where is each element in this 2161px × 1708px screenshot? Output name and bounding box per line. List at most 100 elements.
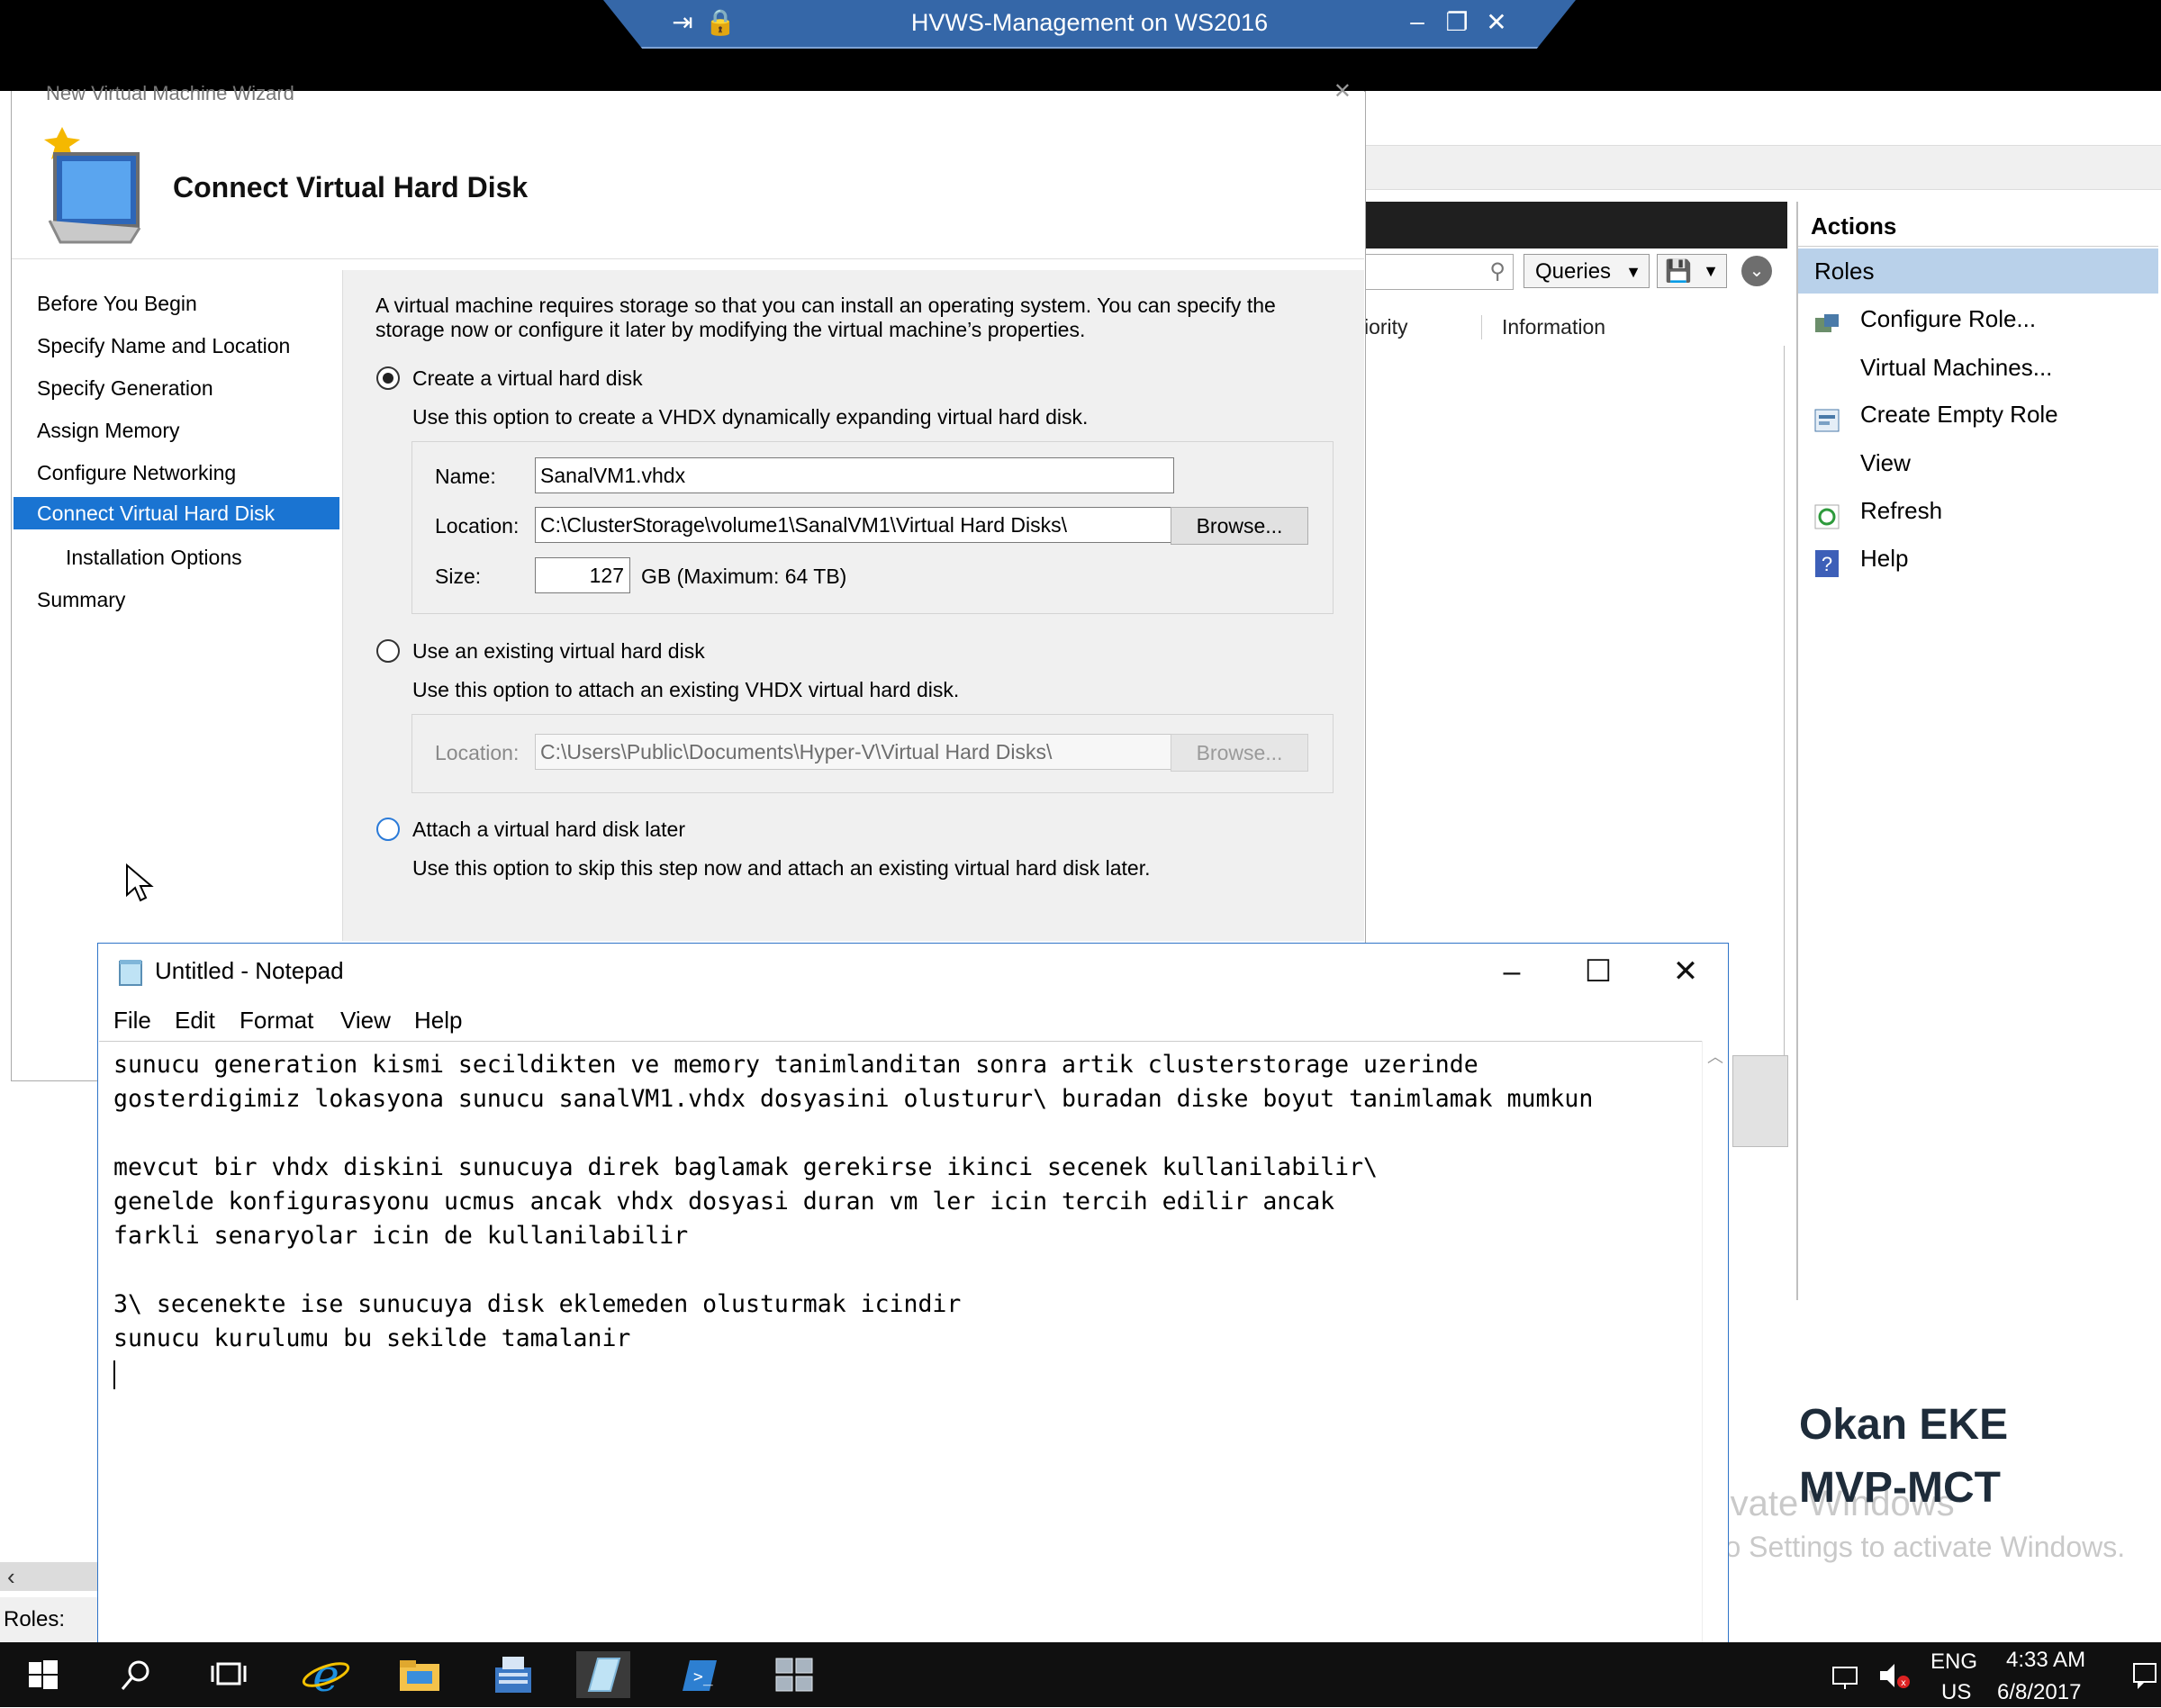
dropdown-arrow-icon: ▼ bbox=[1703, 262, 1719, 280]
notepad-minimize-icon[interactable]: – bbox=[1487, 947, 1536, 996]
queries-label: Queries bbox=[1535, 259, 1612, 284]
fcm-pane-header bbox=[1364, 202, 1787, 249]
text-caret bbox=[113, 1360, 115, 1389]
volume-muted-icon[interactable]: x bbox=[1875, 1651, 1914, 1698]
search-icon[interactable] bbox=[110, 1651, 164, 1698]
virtual-machine-monitor-icon bbox=[30, 127, 147, 253]
notepad-close-icon[interactable]: ✕ bbox=[1661, 947, 1710, 996]
existing-location-input: C:\Users\Public\Documents\Hyper-V\Virtua… bbox=[535, 734, 1174, 770]
wizard-window-title: New Virtual Machine Wizard bbox=[46, 82, 294, 100]
nav-summary[interactable]: Summary bbox=[37, 583, 125, 616]
scroll-left-arrow-icon[interactable]: ‹ bbox=[7, 1563, 15, 1591]
menu-file[interactable]: File bbox=[113, 1007, 151, 1035]
existing-vhd-description: Use this option to attach an existing VH… bbox=[412, 678, 960, 701]
location-label: Location: bbox=[435, 514, 520, 538]
action-label: View bbox=[1860, 449, 1911, 476]
action-label: Refresh bbox=[1860, 497, 1943, 524]
fcm-search-input[interactable]: ⚲ bbox=[1364, 254, 1514, 290]
action-label: Help bbox=[1860, 545, 1909, 572]
vhd-location-input[interactable]: C:\ClusterStorage\volume1\SanalVM1\Virtu… bbox=[535, 507, 1174, 543]
menu-edit[interactable]: Edit bbox=[175, 1007, 215, 1035]
action-label: Virtual Machines... bbox=[1860, 354, 2053, 381]
menu-view[interactable]: View bbox=[340, 1007, 391, 1035]
close-icon[interactable]: ✕ bbox=[1480, 7, 1513, 37]
save-query-button[interactable]: 💾 ▼ bbox=[1657, 254, 1727, 288]
nav-assign-memory[interactable]: Assign Memory bbox=[37, 414, 179, 447]
server-manager-icon[interactable] bbox=[486, 1651, 540, 1698]
attach-later-label[interactable]: Attach a virtual hard disk later bbox=[412, 818, 685, 842]
network-icon[interactable] bbox=[1828, 1651, 1867, 1698]
queries-button[interactable]: Queries ▼ bbox=[1524, 254, 1650, 288]
mouse-cursor-icon bbox=[124, 863, 155, 908]
nav-specify-name-location[interactable]: Specify Name and Location bbox=[37, 330, 290, 362]
action-configure-role[interactable]: Configure Role... bbox=[1810, 295, 2156, 342]
column-information[interactable]: Information bbox=[1481, 315, 1605, 339]
author-title-overlay: MVP-MCT bbox=[1799, 1464, 2001, 1512]
browse-button[interactable]: Browse... bbox=[1171, 507, 1308, 545]
menu-help[interactable]: Help bbox=[414, 1007, 462, 1035]
text-line: gosterdigimiz lokasyona sunucu sanalVM1.… bbox=[113, 1085, 1594, 1113]
create-vhd-radio[interactable] bbox=[376, 366, 400, 390]
start-windows-icon[interactable] bbox=[16, 1651, 70, 1698]
minimize-icon[interactable]: – bbox=[1401, 7, 1433, 36]
configure-role-icon bbox=[1813, 306, 1840, 332]
action-refresh[interactable]: Refresh bbox=[1810, 487, 2156, 534]
nav-specify-generation[interactable]: Specify Generation bbox=[37, 372, 213, 404]
text-line: mevcut bir vhdx diskini sunucuya direk b… bbox=[113, 1153, 1378, 1181]
nav-installation-options[interactable]: Installation Options bbox=[66, 541, 242, 574]
existing-vhd-radio[interactable] bbox=[376, 639, 400, 663]
restore-icon[interactable]: ❐ bbox=[1441, 7, 1473, 37]
help-icon: ? bbox=[1813, 546, 1840, 577]
action-help[interactable]: ? Help bbox=[1810, 535, 2156, 582]
wizard-navigation: Before You Begin Specify Name and Locati… bbox=[12, 270, 343, 941]
internet-explorer-icon[interactable]: e bbox=[299, 1649, 353, 1702]
svg-text:e: e bbox=[312, 1651, 339, 1698]
input-language[interactable]: ENG bbox=[1930, 1649, 1977, 1675]
notepad-maximize-icon[interactable]: ☐ bbox=[1574, 947, 1623, 996]
notepad-taskbar-icon[interactable] bbox=[576, 1651, 630, 1698]
fcm-column-header: iority Information bbox=[1364, 306, 1784, 347]
create-empty-role-icon bbox=[1813, 402, 1840, 432]
notepad-text-area[interactable]: sunucu generation kismi secildikten ve m… bbox=[99, 1041, 1702, 1708]
refresh-icon bbox=[1813, 498, 1840, 529]
powershell-icon[interactable]: >_ bbox=[672, 1651, 726, 1698]
attach-later-radio[interactable] bbox=[376, 818, 400, 841]
vhd-name-input[interactable]: SanalVM1.vhdx bbox=[535, 457, 1174, 493]
clock-date[interactable]: 6/8/2017 bbox=[1997, 1680, 2081, 1705]
intro-line-2: storage now or configure it later by mod… bbox=[375, 318, 1086, 341]
text-line: sunucu generation kismi secildikten ve m… bbox=[113, 1051, 1478, 1079]
menu-format[interactable]: Format bbox=[240, 1007, 313, 1035]
wizard-page-title: Connect Virtual Hard Disk bbox=[173, 171, 529, 203]
existing-vhd-label[interactable]: Use an existing virtual hard disk bbox=[412, 639, 705, 664]
search-icon: ⚲ bbox=[1489, 259, 1505, 284]
text-line: genelde konfigurasyonu ucmus ancak vhdx … bbox=[113, 1188, 1335, 1215]
notepad-vertical-scrollbar[interactable]: ︿ bbox=[1702, 1041, 1728, 1707]
nav-connect-virtual-hard-disk[interactable]: Connect Virtual Hard Disk bbox=[14, 497, 339, 529]
create-vhd-label[interactable]: Create a virtual hard disk bbox=[412, 366, 643, 391]
activation-watermark-subtitle: Go to Settings to activate Windows. bbox=[1670, 1531, 2126, 1563]
notifications-icon[interactable] bbox=[2125, 1651, 2161, 1698]
save-icon: 💾 bbox=[1665, 259, 1692, 284]
vhd-size-input[interactable]: 127 bbox=[535, 557, 630, 593]
input-region[interactable]: US bbox=[1941, 1680, 1971, 1705]
task-view-icon[interactable] bbox=[202, 1651, 256, 1698]
action-create-empty-role[interactable]: Create Empty Role bbox=[1810, 391, 2156, 438]
action-virtual-machines[interactable]: Virtual Machines... bbox=[1810, 344, 2156, 391]
nav-before-you-begin[interactable]: Before You Begin bbox=[37, 287, 197, 320]
file-explorer-icon[interactable] bbox=[393, 1651, 447, 1698]
svg-text:>_: >_ bbox=[693, 1667, 713, 1686]
action-view[interactable]: View bbox=[1810, 439, 2156, 486]
scroll-up-arrow-icon[interactable]: ︿ bbox=[1707, 1044, 1723, 1068]
existing-location-label: Location: bbox=[435, 741, 520, 764]
roles-status-label: Roles: bbox=[0, 1597, 97, 1642]
nav-configure-networking[interactable]: Configure Networking bbox=[37, 456, 236, 489]
svg-text:x: x bbox=[1901, 1678, 1906, 1688]
wizard-close-icon[interactable]: ✕ bbox=[1334, 78, 1352, 104]
text-line: farkli senaryolar icin de kullanilabilir bbox=[113, 1222, 689, 1250]
expand-chevron-icon[interactable]: ⌄ bbox=[1741, 256, 1772, 286]
wizard-content: A virtual machine requires storage so th… bbox=[343, 270, 1364, 941]
failover-cluster-manager-icon[interactable] bbox=[767, 1651, 821, 1698]
actions-roles-header[interactable]: Roles bbox=[1798, 249, 2158, 294]
column-priority[interactable]: iority bbox=[1364, 315, 1408, 339]
clock-time[interactable]: 4:33 AM bbox=[2006, 1648, 2085, 1673]
